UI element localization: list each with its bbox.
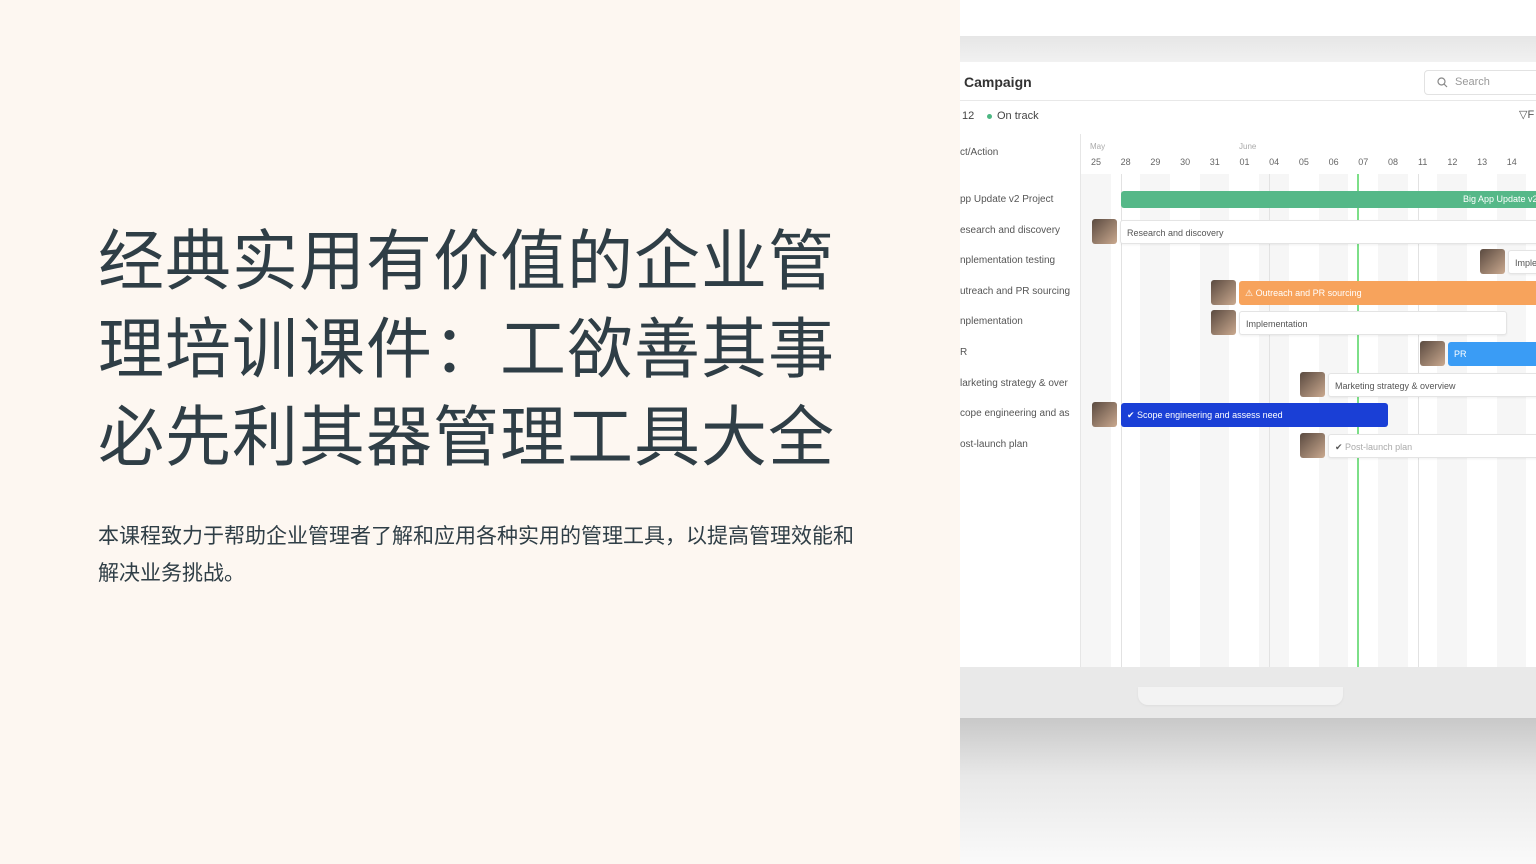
avatar (1092, 402, 1117, 428)
day-label: 25 (1090, 157, 1101, 167)
task-bar[interactable]: Imple (1508, 250, 1536, 275)
task-bar-label: Post-launch plan (1345, 441, 1413, 452)
day-stripe (1437, 174, 1468, 667)
row-label[interactable]: utreach and PR sourcing (960, 286, 1070, 297)
day-label: 01 (1239, 157, 1250, 167)
avatar (1300, 432, 1325, 458)
laptop-bezel (960, 36, 1536, 62)
task-bar-label: Implementation (1246, 319, 1308, 330)
gantt-app: Campaign Search 12 On track ▽F ct/Action… (960, 62, 1536, 667)
filter-button[interactable]: ▽F (1519, 108, 1534, 121)
search-placeholder: Search (1455, 76, 1490, 88)
status-text: On track (997, 110, 1039, 122)
task-bar[interactable]: Implementation (1239, 311, 1507, 336)
project-title: Campaign (964, 74, 1032, 90)
task-bar-label: Research and discovery (1127, 227, 1224, 238)
month-label: May (1090, 142, 1106, 151)
day-label: 29 (1150, 157, 1161, 167)
task-bar-label: Scope engineering and assess need (1137, 410, 1283, 421)
row-label[interactable]: cope engineering and as (960, 408, 1070, 419)
avatar (1211, 310, 1236, 336)
status-badge: On track (987, 110, 1039, 122)
day-label: 06 (1328, 157, 1339, 167)
day-label: 12 (1447, 157, 1458, 167)
day-label: 05 (1298, 157, 1309, 167)
day-label: 28 (1120, 157, 1131, 167)
day-label: 31 (1209, 157, 1220, 167)
search-input[interactable]: Search (1424, 70, 1536, 95)
gantt-screenshot: Campaign Search 12 On track ▽F ct/Action… (960, 0, 1536, 864)
task-bar-label: Big App Update v2 Pro (1462, 194, 1536, 204)
laptop-notch (1138, 687, 1343, 705)
row-label[interactable]: ost-launch plan (960, 439, 1028, 450)
day-label: 14 (1506, 157, 1517, 167)
laptop-base (960, 667, 1536, 722)
avatar (1300, 371, 1325, 397)
avatar (1211, 279, 1236, 305)
slide-title: 经典实用有价值的企业管理培训课件：工欲善其事必先利其器管理工具大全 (98, 223, 835, 476)
row-label[interactable]: esearch and discovery (960, 225, 1060, 236)
check-icon: ✔ (1335, 441, 1346, 452)
search-icon (1437, 77, 1448, 88)
task-bar[interactable]: PR (1448, 342, 1536, 366)
task-bar-label: PR (1454, 349, 1467, 359)
status-dot-icon (987, 113, 992, 119)
divider (960, 100, 1536, 101)
task-bar[interactable]: ✔ Post-launch plan (1328, 433, 1536, 458)
row-label[interactable]: R (960, 347, 967, 358)
slide-subtitle: 本课程致力于帮助企业管理者了解和应用各种实用的管理工具，以提高管理效能和解决业务… (98, 524, 854, 585)
week-divider (1418, 174, 1419, 667)
filter-label: F (1527, 109, 1535, 121)
task-bar[interactable]: Big App Update v2 Pro (1121, 191, 1536, 208)
slide-text-panel: 经典实用有价值的企业管理培训课件：工欲善其事必先利其器管理工具大全 本课程致力于… (0, 0, 960, 864)
task-bar-label: Marketing strategy & overview (1335, 380, 1456, 391)
task-bar[interactable]: ⚠ Outreach and PR sourcing (1239, 280, 1536, 305)
month-label: June (1239, 142, 1257, 151)
task-bar[interactable]: Marketing strategy & overview (1328, 372, 1536, 397)
row-label[interactable]: nplementation (960, 316, 1023, 327)
day-label: 30 (1180, 157, 1191, 167)
laptop-shadow (960, 718, 1536, 864)
task-bar-label: Outreach and PR sourcing (1255, 287, 1362, 298)
check-icon: ✔ (1127, 410, 1138, 421)
task-bar[interactable]: Research and discovery (1120, 219, 1536, 244)
avatar (1480, 249, 1505, 275)
avatar (1420, 341, 1445, 366)
warning-icon: ⚠ (1245, 287, 1256, 298)
task-count: 12 (962, 110, 975, 122)
day-label: 07 (1358, 157, 1369, 167)
day-label: 11 (1418, 157, 1428, 167)
row-label[interactable]: larketing strategy & over (960, 378, 1068, 389)
task-bar[interactable]: ✔ Scope engineering and assess need (1121, 403, 1388, 428)
day-label: 13 (1477, 157, 1488, 167)
day-stripe (1496, 174, 1527, 667)
day-label: 08 (1387, 157, 1398, 167)
avatar (1092, 218, 1117, 244)
row-label[interactable]: nplementation testing (960, 255, 1055, 266)
column-header: ct/Action (960, 147, 999, 158)
task-bar-label: Imple (1515, 258, 1536, 269)
row-label[interactable]: pp Update v2 Project (960, 194, 1053, 205)
day-label: 04 (1269, 157, 1280, 167)
